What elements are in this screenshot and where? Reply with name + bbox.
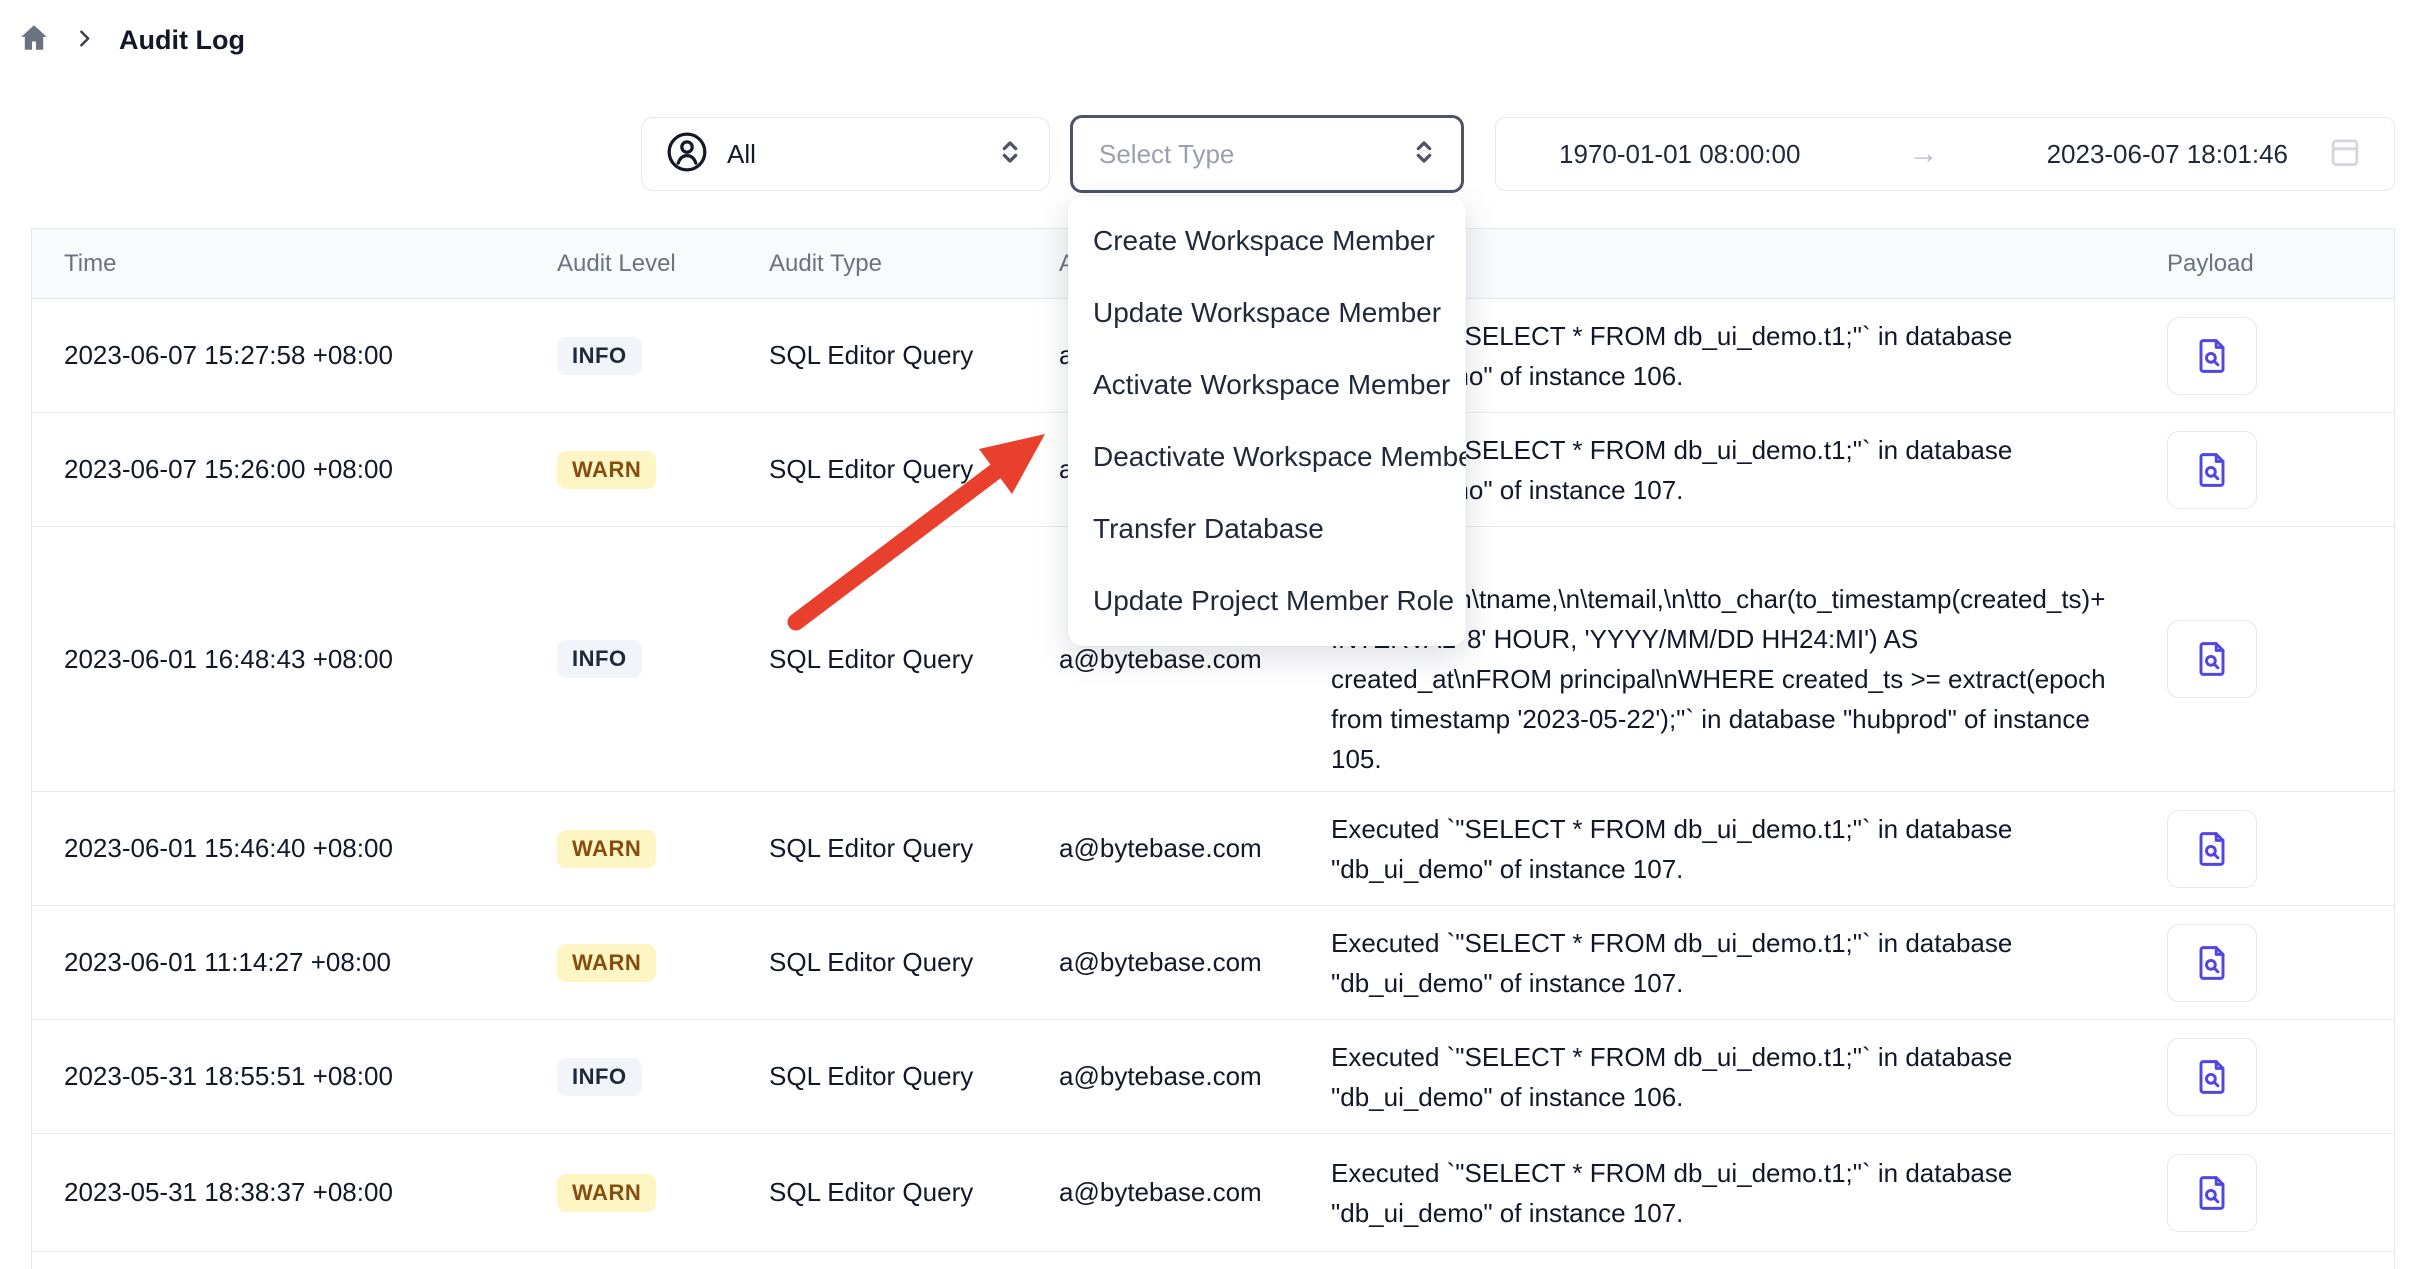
cell-actor: a@bytebase.com <box>1059 1177 1331 1208</box>
cell-comment: Executed `"SELECT * FROM db_ui_demo.t1;"… <box>1331 911 2111 1015</box>
date-range-start[interactable]: 1970-01-01 08:00:00 <box>1559 139 1800 170</box>
type-filter-placeholder: Select Type <box>1099 139 1407 170</box>
cell-audit-type: SQL Editor Query <box>769 454 1059 485</box>
menu-item-activate-workspace-member[interactable]: Activate Workspace Member <box>1068 349 1466 421</box>
cell-audit-type: SQL Editor Query <box>769 833 1059 864</box>
file-search-icon <box>2190 1055 2234 1099</box>
cell-actor: a@bytebase.com <box>1059 833 1331 864</box>
cell-time: 2023-06-07 15:27:58 +08:00 <box>64 340 557 371</box>
file-search-icon <box>2190 334 2234 378</box>
chevron-right-icon <box>72 26 97 56</box>
cell-time: 2023-06-01 11:14:27 +08:00 <box>64 947 557 978</box>
date-range-end[interactable]: 2023-06-07 18:01:46 <box>2047 139 2288 170</box>
audit-level-badge: WARN <box>557 944 656 982</box>
menu-item-update-workspace-member[interactable]: Update Workspace Member <box>1068 277 1466 349</box>
cell-comment: Executed `"SELECT * FROM db_ui_demo.t1;"… <box>1331 1025 2111 1129</box>
actor-filter-select[interactable]: All <box>641 117 1050 191</box>
menu-item-transfer-database[interactable]: Transfer Database <box>1068 493 1466 565</box>
breadcrumb: Audit Log <box>18 22 245 59</box>
cell-actor: a@bytebase.com <box>1059 1061 1331 1092</box>
menu-item-update-project-member-role[interactable]: Update Project Member Role <box>1068 565 1466 637</box>
file-search-icon <box>2190 827 2234 871</box>
cell-time: 2023-05-31 18:38:37 +08:00 <box>64 1177 557 1208</box>
type-filter-select[interactable]: Select Type <box>1070 115 1464 193</box>
cell-audit-type: SQL Editor Query <box>769 340 1059 371</box>
cell-time: 2023-06-01 16:48:43 +08:00 <box>64 644 557 675</box>
cell-audit-type: SQL Editor Query <box>769 644 1059 675</box>
table-row: 2023-06-01 11:14:27 +08:00 WARN SQL Edit… <box>32 906 2394 1020</box>
arrow-right-icon: → <box>1800 137 2046 171</box>
type-filter-dropdown: Create Workspace Member Update Workspace… <box>1068 196 1466 646</box>
column-header-payload: Payload <box>2131 250 2394 278</box>
payload-view-button[interactable] <box>2167 810 2257 888</box>
payload-view-button[interactable] <box>2167 317 2257 395</box>
cell-audit-type: SQL Editor Query <box>769 947 1059 978</box>
column-header-type: Audit Type <box>769 250 1059 278</box>
table-row: 2023-05-31 18:55:51 +08:00 INFO SQL Edit… <box>32 1020 2394 1134</box>
menu-item-create-workspace-member[interactable]: Create Workspace Member <box>1068 205 1466 277</box>
calendar-icon[interactable] <box>2326 133 2364 176</box>
cell-audit-type: SQL Editor Query <box>769 1061 1059 1092</box>
person-circle-icon <box>664 129 710 180</box>
file-search-icon <box>2190 448 2234 492</box>
payload-view-button[interactable] <box>2167 620 2257 698</box>
audit-level-badge: WARN <box>557 451 656 489</box>
audit-level-badge: WARN <box>557 830 656 868</box>
page-title: Audit Log <box>119 25 245 56</box>
file-search-icon <box>2190 637 2234 681</box>
audit-level-badge: INFO <box>557 337 642 375</box>
cell-time: 2023-06-01 15:46:40 +08:00 <box>64 833 557 864</box>
chevron-up-down-icon <box>1407 135 1441 174</box>
date-range-picker[interactable]: 1970-01-01 08:00:00 → 2023-06-07 18:01:4… <box>1495 117 2395 191</box>
payload-view-button[interactable] <box>2167 1154 2257 1232</box>
actor-filter-value: All <box>727 139 976 170</box>
table-row: 2023-06-01 15:46:40 +08:00 WARN SQL Edit… <box>32 792 2394 906</box>
cell-actor: a@bytebase.com <box>1059 644 1331 675</box>
cell-comment: Executed `"SELECT * FROM db_ui_demo.t1;"… <box>1331 1141 2111 1245</box>
payload-view-button[interactable] <box>2167 1038 2257 1116</box>
payload-view-button[interactable] <box>2167 431 2257 509</box>
cell-comment: Executed `"SELECT * FROM db_ui_demo.t1;"… <box>1331 797 2111 901</box>
payload-view-button[interactable] <box>2167 924 2257 1002</box>
cell-audit-type: SQL Editor Query <box>769 1177 1059 1208</box>
home-icon[interactable] <box>18 22 50 59</box>
chevron-up-down-icon <box>993 135 1027 174</box>
cell-time: 2023-05-31 18:55:51 +08:00 <box>64 1061 557 1092</box>
file-search-icon <box>2190 941 2234 985</box>
cell-actor: a@bytebase.com <box>1059 947 1331 978</box>
column-header-time: Time <box>64 250 557 278</box>
audit-level-badge: INFO <box>557 640 642 678</box>
file-search-icon <box>2190 1171 2234 1215</box>
column-header-level: Audit Level <box>557 250 769 278</box>
cell-time: 2023-06-07 15:26:00 +08:00 <box>64 454 557 485</box>
audit-level-badge: INFO <box>557 1058 642 1096</box>
table-row-partial <box>32 1252 2394 1269</box>
audit-level-badge: WARN <box>557 1174 656 1212</box>
menu-item-deactivate-workspace-member[interactable]: Deactivate Workspace Member <box>1068 421 1466 493</box>
table-row: 2023-05-31 18:38:37 +08:00 WARN SQL Edit… <box>32 1134 2394 1252</box>
